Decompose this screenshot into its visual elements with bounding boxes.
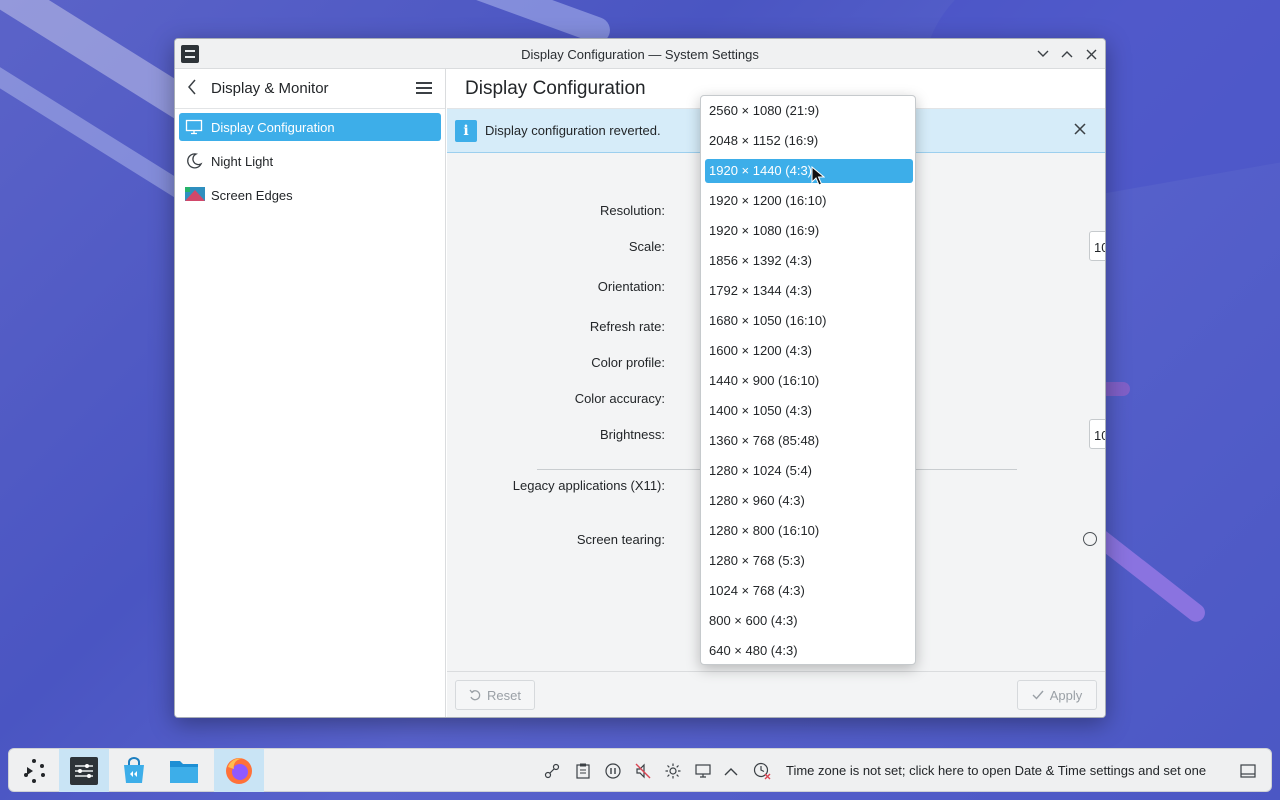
resolution-option[interactable]: 1920 × 1080 (16:9) bbox=[705, 219, 913, 243]
sidebar-item-label: Screen Edges bbox=[211, 187, 293, 203]
info-icon: i bbox=[455, 120, 477, 142]
legacy-applications-label: Legacy applications (X11): bbox=[512, 478, 665, 493]
resolution-option[interactable]: 1440 × 900 (16:10) bbox=[705, 369, 913, 393]
window-title: Display Configuration — System Settings bbox=[521, 47, 759, 62]
resolution-option[interactable]: 1792 × 1344 (4:3) bbox=[705, 279, 913, 303]
apply-button[interactable]: Apply bbox=[1017, 680, 1097, 710]
resolution-option[interactable]: 1360 × 768 (85:48) bbox=[705, 429, 913, 453]
brightness-label: Brightness: bbox=[599, 427, 665, 442]
sidebar-item-display-configuration[interactable]: Display Configuration bbox=[179, 113, 441, 141]
chevron-left-icon bbox=[188, 79, 196, 95]
system-settings-icon bbox=[70, 756, 98, 785]
resolution-option[interactable]: 1024 × 768 (4:3) bbox=[705, 579, 913, 603]
color-accuracy-label: Color accuracy: bbox=[574, 391, 665, 406]
reset-button[interactable]: Reset bbox=[455, 680, 535, 710]
taskbar: Time zone is not set; click here to open… bbox=[8, 748, 1272, 792]
screen-edges-icon bbox=[185, 186, 205, 204]
taskbar-discover[interactable] bbox=[109, 749, 159, 792]
system-settings-window: Display Configuration — System Settings … bbox=[174, 38, 1106, 718]
media-pause-icon[interactable] bbox=[603, 761, 623, 781]
sidebar-header: Display & Monitor bbox=[175, 69, 445, 109]
resolution-option[interactable]: 1920 × 1200 (16:10) bbox=[705, 189, 913, 213]
discover-icon bbox=[124, 756, 144, 783]
close-icon bbox=[1074, 123, 1086, 135]
resolution-option[interactable]: 1680 × 1050 (16:10) bbox=[705, 309, 913, 333]
file-manager-icon bbox=[170, 760, 198, 783]
scale-spinbox[interactable]: 100% ▲▼ bbox=[1089, 231, 1105, 261]
apply-label: Apply bbox=[1049, 687, 1083, 703]
checkmark-icon bbox=[1032, 690, 1044, 700]
resolution-option[interactable]: 1280 × 1024 (5:4) bbox=[705, 459, 913, 483]
refresh-rate-label: Refresh rate: bbox=[589, 319, 665, 334]
resolution-option[interactable]: 2048 × 1152 (16:9) bbox=[705, 129, 913, 153]
sidebar-item-night-light[interactable]: Night Light bbox=[179, 147, 441, 175]
clock-warning-icon[interactable] bbox=[752, 761, 772, 781]
brightness-spinbox[interactable]: 100% ▲▼ bbox=[1089, 419, 1105, 449]
taskbar-file-manager[interactable] bbox=[159, 749, 209, 792]
resolution-option[interactable]: 2560 × 1080 (21:9) bbox=[705, 99, 913, 123]
minimize-button[interactable] bbox=[1033, 44, 1053, 64]
resolution-option[interactable]: 800 × 600 (4:3) bbox=[705, 609, 913, 633]
show-desktop-icon[interactable] bbox=[1238, 761, 1258, 781]
show-hidden-icons-chevron-up-icon[interactable] bbox=[721, 761, 741, 781]
screen-tearing-label: Screen tearing: bbox=[576, 532, 665, 547]
monitor-icon bbox=[185, 118, 203, 136]
back-button[interactable] bbox=[187, 79, 197, 100]
taskbar-firefox[interactable] bbox=[214, 749, 264, 792]
resolution-label: Resolution: bbox=[599, 203, 665, 218]
resolution-option-selected[interactable]: 1920 × 1440 (4:3) bbox=[705, 159, 913, 183]
banner-close-button[interactable] bbox=[1074, 119, 1086, 140]
resolution-option[interactable]: 1280 × 800 (16:10) bbox=[705, 519, 913, 543]
title-bar[interactable]: Display Configuration — System Settings bbox=[175, 39, 1105, 69]
close-window-button[interactable] bbox=[1081, 44, 1101, 64]
screen-tearing-option[interactable] bbox=[1083, 532, 1097, 546]
resolution-option[interactable]: 1856 × 1392 (4:3) bbox=[705, 249, 913, 273]
brightness-value: 100% bbox=[1094, 428, 1105, 443]
close-icon bbox=[1086, 49, 1096, 59]
banner-message: Display configuration reverted. bbox=[485, 123, 661, 138]
sidebar: Display & Monitor Display Configuration … bbox=[175, 69, 446, 717]
scale-value: 100% bbox=[1094, 240, 1105, 255]
volume-muted-icon[interactable] bbox=[633, 761, 653, 781]
sidebar-item-label: Night Light bbox=[211, 153, 274, 169]
sidebar-item-label: Display Configuration bbox=[211, 119, 335, 135]
undo-icon bbox=[469, 689, 481, 701]
color-profile-label: Color profile: bbox=[591, 355, 665, 370]
resolution-dropdown-list[interactable]: 2560 × 1080 (21:9) 2048 × 1152 (16:9) 19… bbox=[700, 95, 916, 665]
night-light-icon bbox=[185, 152, 203, 170]
brightness-icon[interactable] bbox=[663, 761, 683, 781]
footer-bar: Reset Apply bbox=[447, 671, 1105, 717]
firefox-icon bbox=[226, 757, 252, 784]
chevron-down-icon bbox=[1037, 50, 1049, 57]
chevron-up-icon bbox=[1061, 51, 1073, 58]
timezone-status-link[interactable]: Time zone is not set; click here to open… bbox=[786, 763, 1206, 778]
taskbar-system-settings[interactable] bbox=[59, 749, 109, 792]
clipboard-icon[interactable] bbox=[573, 761, 593, 781]
resolution-option[interactable]: 1600 × 1200 (4:3) bbox=[705, 339, 913, 363]
resolution-option[interactable]: 1280 × 960 (4:3) bbox=[705, 489, 913, 513]
orientation-label: Orientation: bbox=[597, 279, 665, 294]
maximize-button[interactable] bbox=[1057, 44, 1077, 64]
resolution-option[interactable]: 1280 × 768 (5:3) bbox=[705, 549, 913, 573]
page-title: Display Configuration bbox=[465, 78, 646, 99]
resolution-option[interactable]: 1400 × 1050 (4:3) bbox=[705, 399, 913, 423]
sidebar-item-screen-edges[interactable]: Screen Edges bbox=[179, 181, 441, 209]
scale-label: Scale: bbox=[628, 239, 665, 254]
application-launcher-button[interactable] bbox=[9, 749, 59, 792]
resolution-option[interactable]: 640 × 480 (4:3) bbox=[705, 639, 913, 663]
display-network-icon[interactable] bbox=[693, 761, 713, 781]
sidebar-title: Display & Monitor bbox=[211, 80, 329, 97]
mouse-cursor-icon bbox=[811, 166, 825, 186]
reset-label: Reset bbox=[487, 687, 521, 703]
kde-connect-icon[interactable] bbox=[542, 761, 562, 781]
application-launcher-icon bbox=[24, 758, 45, 783]
hamburger-menu-icon[interactable] bbox=[416, 82, 432, 95]
